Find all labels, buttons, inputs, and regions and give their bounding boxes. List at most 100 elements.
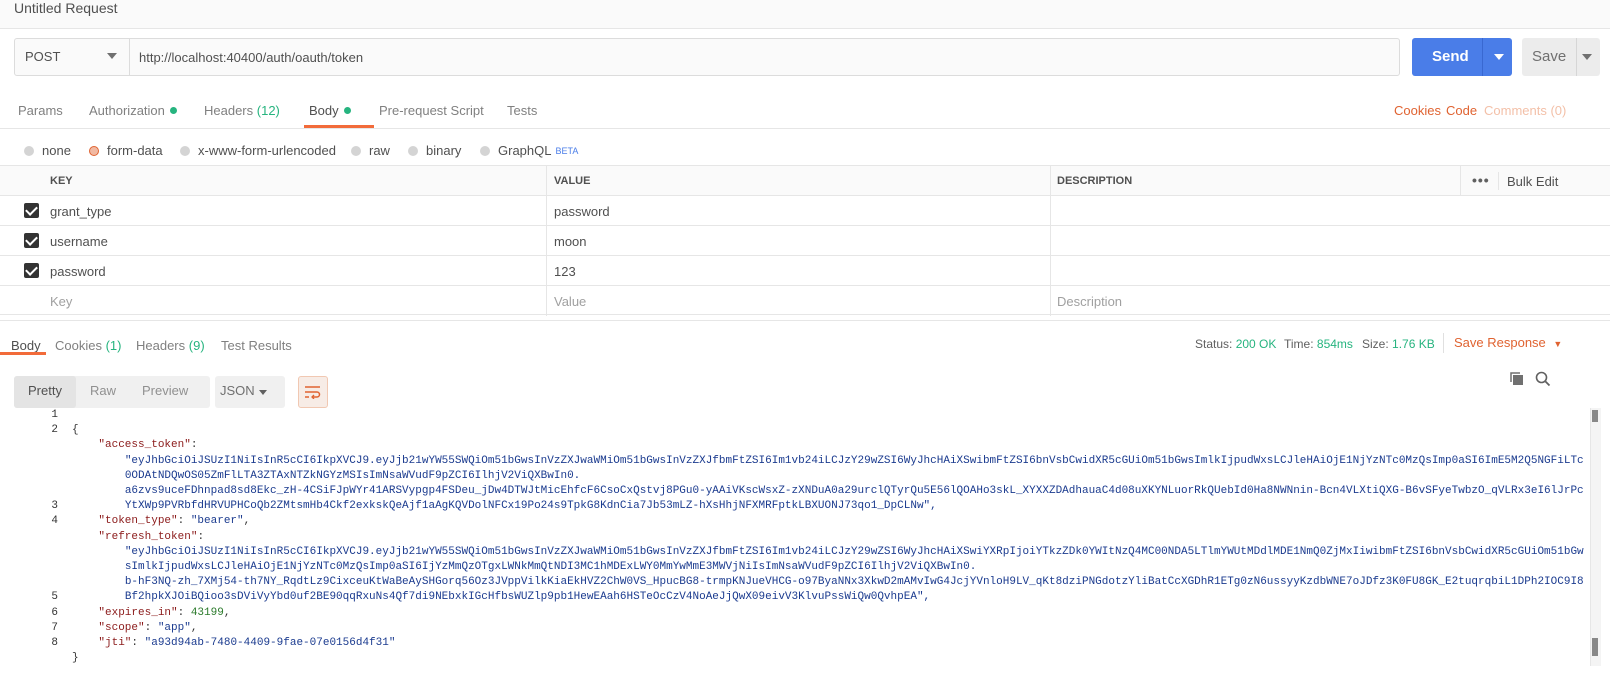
time-label: Time: [1284,337,1314,351]
json-line: "eyJhbGciOiJSUzI1NiIsInR5cCI6IkpXVCJ9.ey… [72,545,1592,560]
row-key[interactable]: username [50,234,108,249]
radio-circle-icon [408,145,418,156]
line-number: 6 [51,606,58,619]
row-value[interactable]: moon [554,234,587,249]
row-checkbox[interactable] [24,203,39,218]
radio-graphql[interactable]: GraphQL BETA [480,143,578,158]
json-line: "refresh_token": [98,530,205,543]
radio-urlencoded[interactable]: x-www-form-urlencoded [180,143,336,158]
bulk-edit-link[interactable]: Bulk Edit [1507,174,1558,189]
json-string: Bf2hpkXJOiBQioo3sDViVyYbd0uf2BE90qqRxuNs… [124,591,931,604]
radio-raw[interactable]: raw [351,143,390,158]
wrap-lines-button[interactable] [298,376,328,408]
json-string: "a93d94ab-7480-4409-9fae-07e0156d4f31" [144,637,396,650]
response-time: Time: 854ms [1284,337,1353,351]
json-key: "token_type" [98,515,178,528]
response-body-viewer[interactable]: 1 2 3 4 5 6 7 8 { "access_token": "eyJhb… [0,408,1610,678]
description-input[interactable]: Description [1057,294,1122,309]
column-divider [546,196,547,226]
more-options-icon[interactable]: ••• [1472,172,1490,188]
response-tab-cookies[interactable]: Cookies (1) [55,338,121,353]
status-dot-icon [343,107,351,114]
row-key[interactable]: password [50,264,106,279]
chevron-down-icon[interactable] [1582,54,1592,60]
chevron-down-icon[interactable] [1494,54,1504,60]
column-divider [546,286,547,316]
scrollbar-thumb[interactable] [1592,410,1598,422]
line-number: 7 [51,621,58,634]
tab-body[interactable]: Body [309,103,351,118]
table-row: username moon [0,225,1610,256]
json-string: YtXWp9PVRbfdHRVUPHCoQb2ZMtsmHb4Ckf2exksk… [124,500,937,513]
code-link[interactable]: Code [1446,103,1477,118]
save-label: Save [1532,48,1567,65]
row-checkbox[interactable] [24,263,39,278]
tab-prerequest-script[interactable]: Pre-request Script [379,103,484,118]
request-title[interactable]: Untitled Request [14,0,118,16]
tab-headers[interactable]: Headers (12) [204,103,280,118]
chevron-down-icon [259,390,267,395]
response-tab-headers-label: Headers [136,338,186,353]
radio-binary-label: binary [426,143,462,158]
json-string: b-hF3NQ-zh_7XMj54-th7NY_RqdtLz9CixceuKtW… [124,576,1584,589]
column-divider [1050,256,1051,286]
save-response-label: Save Response [1454,335,1546,350]
row-checkbox[interactable] [24,233,39,248]
pretty-button[interactable]: Pretty [28,383,62,398]
search-icon[interactable] [1535,371,1551,387]
radio-binary[interactable]: binary [408,143,461,158]
copy-icon[interactable] [1509,371,1525,387]
line-number-gutter: 1 2 3 4 5 6 7 8 [0,408,58,651]
response-tab-headers[interactable]: Headers (9) [136,338,205,353]
json-key: "expires_in" [98,606,178,619]
key-input[interactable]: Key [50,294,72,309]
json-string: 0ODAtNDQwOS05ZmFlLTA3ZTAxNTZkNGYzMSIsImN… [124,469,581,482]
send-button[interactable]: Send [1412,38,1512,76]
json-line: sImlkIjpudWxsLCJleHAiOjE1NjYzNTc0MzQsImp… [72,560,1592,575]
time-value: 854ms [1316,337,1353,351]
json-line: { [72,424,79,437]
radio-form-data[interactable]: form-data [89,143,163,158]
tab-headers-count: (12) [256,103,280,118]
json-string: a6zvs9uceFDhnpad8sd8Ekc_zH-4CSiFJpWYr41A… [124,485,1584,498]
raw-button[interactable]: Raw [90,383,116,398]
row-value[interactable]: password [554,204,610,219]
tab-authorization-label: Authorization [89,103,165,118]
json-string: "app" [157,621,191,634]
value-input[interactable]: Value [554,294,586,309]
scrollbar-thumb[interactable] [1592,638,1598,656]
response-tab-body[interactable]: Body [11,338,41,353]
row-key[interactable]: grant_type [50,204,111,219]
line-number: 3 [51,500,58,513]
preview-button[interactable]: Preview [142,383,188,398]
save-response-button[interactable]: Save Response ▼ [1454,335,1562,350]
json-string: sImlkIjpudWxsLCJleHAiOjE1NjYzNTc0MzQsImp… [124,561,977,574]
status-value: 200 OK [1235,337,1277,351]
method-select[interactable]: POST [14,38,130,76]
url-input[interactable]: http://localhost:40400/auth/oauth/token [139,50,363,65]
radio-none[interactable]: none [24,143,71,158]
radio-circle-icon [480,145,490,156]
wrap-icon [305,386,321,399]
save-button[interactable]: Save [1522,38,1600,76]
response-tab-test-results[interactable]: Test Results [221,338,292,353]
tab-tests[interactable]: Tests [507,103,537,118]
response-headers-count: (9) [188,338,205,353]
scrollbar-track[interactable] [1590,408,1601,666]
status-label: Status: [1195,337,1233,351]
json-line: "token_type": "bearer", [98,515,251,528]
column-divider [1050,226,1051,256]
cookies-link[interactable]: Cookies [1394,103,1441,118]
active-tab-underline [0,352,46,355]
radio-circle-icon [180,145,190,156]
radio-urlencoded-label: x-www-form-urlencoded [198,143,336,158]
format-label: JSON [220,383,255,398]
json-string: "eyJhbGciOiJSUzI1NiIsInR5cCI6IkpXVCJ9.ey… [124,454,1584,467]
row-value[interactable]: 123 [554,264,576,279]
size-value: 1.76 KB [1392,337,1435,351]
column-divider [1050,166,1051,196]
tab-params[interactable]: Params [18,103,63,118]
tab-authorization[interactable]: Authorization [89,103,177,118]
line-number: 8 [51,636,58,649]
comments-link[interactable]: Comments (0) [1484,103,1566,118]
